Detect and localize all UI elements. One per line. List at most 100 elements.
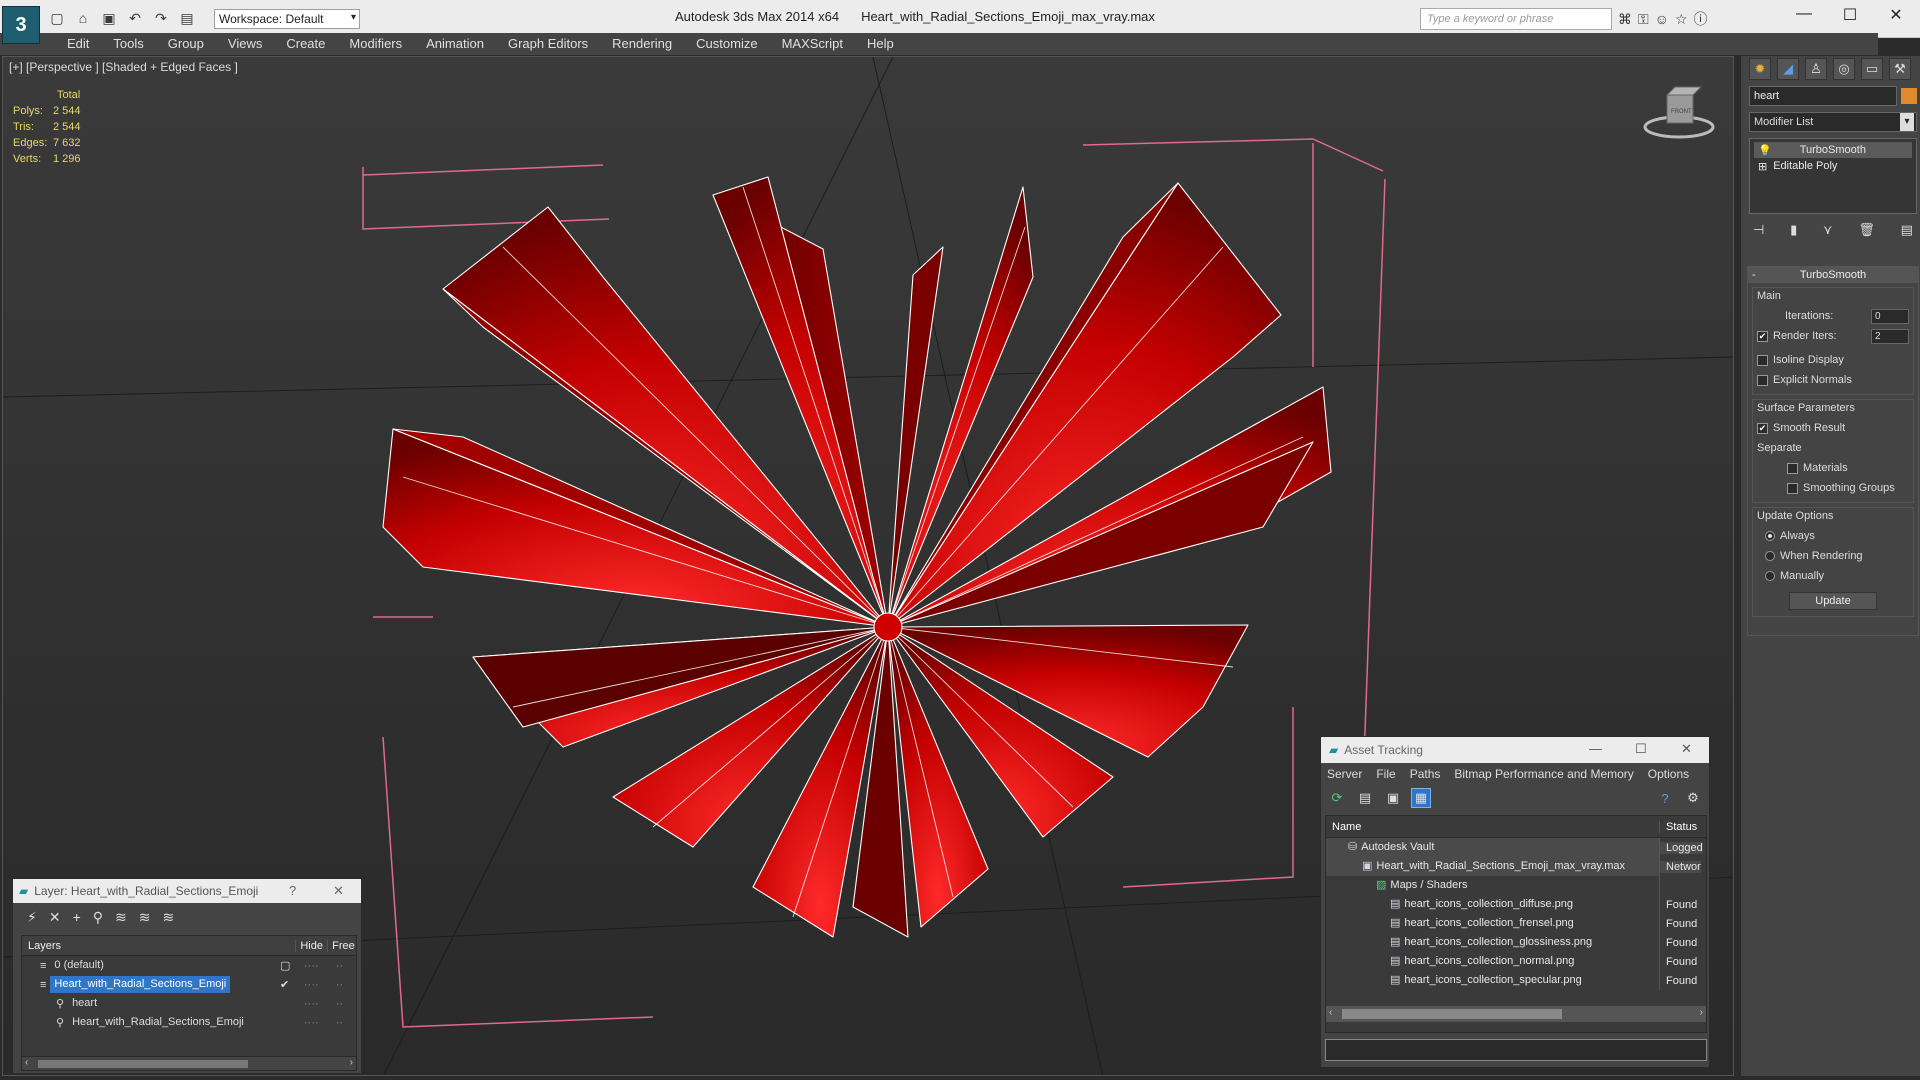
asset-row[interactable]: ▤ heart_icons_collection_glossiness.png Fo… bbox=[1326, 933, 1706, 952]
context-help-icon[interactable]: ⚙ bbox=[1683, 788, 1703, 808]
hide-toggle[interactable]: ···· bbox=[304, 979, 319, 991]
smooth-result-checkbox[interactable]: ✔ bbox=[1757, 422, 1768, 434]
menu-maxscript[interactable]: MAXScript bbox=[770, 33, 855, 55]
modify-tab-icon[interactable]: ◢ bbox=[1777, 58, 1799, 80]
modifier-list-dropdown[interactable]: Modifier List ▾ bbox=[1749, 112, 1917, 132]
hide-toggle[interactable]: ···· bbox=[304, 960, 319, 972]
menu-bitmap-performance-and-memory[interactable]: Bitmap Performance and Memory bbox=[1454, 767, 1633, 781]
minimize-icon[interactable]: — bbox=[1589, 741, 1602, 756]
table-view-icon[interactable]: ▦ bbox=[1411, 788, 1431, 808]
menu-group[interactable]: Group bbox=[156, 33, 216, 55]
freeze-toggle[interactable]: ·· bbox=[336, 998, 343, 1010]
layer-row[interactable]: ≡ Heart_with_Radial_Sections_Emoji ···· ·· ✔ bbox=[22, 975, 356, 994]
render-iters-spinner[interactable]: 2 bbox=[1871, 328, 1909, 344]
asset-row[interactable]: ▤ heart_icons_collection_normal.png Found bbox=[1326, 952, 1706, 971]
key-icon[interactable]: ⚿ bbox=[1638, 11, 1649, 28]
highlight-layer-icon[interactable]: ≋ bbox=[115, 909, 127, 926]
undo-icon[interactable]: ↶ bbox=[124, 7, 146, 29]
hide-toggle[interactable]: ···· bbox=[304, 998, 319, 1010]
minimize-icon[interactable]: — bbox=[1782, 5, 1826, 23]
help-icon[interactable]: ? bbox=[1655, 788, 1675, 808]
menu-modifiers[interactable]: Modifiers bbox=[337, 33, 414, 55]
column-name[interactable]: Name bbox=[1326, 820, 1660, 833]
scroll-right-icon[interactable]: › bbox=[350, 1057, 353, 1068]
layer-row[interactable]: ⚲ Heart_with_Radial_Sections_Emoji ···· ·· bbox=[22, 1013, 356, 1032]
refresh-icon[interactable]: ⟳ bbox=[1327, 788, 1347, 808]
current-layer-icon[interactable]: ▢ bbox=[280, 959, 290, 972]
asset-row[interactable]: ▤ heart_icons_collection_diffuse.png Found bbox=[1326, 895, 1706, 914]
freeze-all-icon[interactable]: ≋ bbox=[163, 909, 175, 926]
active-layer-check-icon[interactable]: ✔ bbox=[280, 978, 289, 991]
isoline-display-checkbox[interactable] bbox=[1757, 354, 1768, 366]
hierarchy-tab-icon[interactable]: ♙ bbox=[1805, 58, 1827, 80]
hide-toggle[interactable]: ···· bbox=[304, 1017, 319, 1029]
column-hide[interactable]: Hide bbox=[296, 939, 329, 952]
column-freeze[interactable]: Free bbox=[328, 940, 356, 952]
menu-views[interactable]: Views bbox=[216, 33, 274, 55]
search-input[interactable]: Type a keyword or phrase bbox=[1420, 8, 1612, 30]
menu-edit[interactable]: Edit bbox=[55, 33, 101, 55]
asset-row[interactable]: ▨ Maps / Shaders bbox=[1326, 876, 1706, 895]
menu-customize[interactable]: Customize bbox=[684, 33, 769, 55]
asset-row[interactable]: ⛁ Autodesk Vault Logged bbox=[1326, 838, 1706, 857]
menu-animation[interactable]: Animation bbox=[414, 33, 496, 55]
binoculars-icon[interactable]: ⌘ bbox=[1618, 11, 1632, 28]
select-objects-icon[interactable]: ⚲ bbox=[93, 909, 103, 926]
layer-row[interactable]: ≡ 0 (default) ···· ·· ▢ bbox=[22, 956, 356, 975]
help-icon[interactable]: ⓘ bbox=[1694, 9, 1708, 29]
freeze-toggle[interactable]: ·· bbox=[336, 979, 343, 991]
menu-paths[interactable]: Paths bbox=[1410, 767, 1441, 781]
redo-icon[interactable]: ↷ bbox=[150, 7, 172, 29]
iterations-spinner[interactable]: 0 bbox=[1871, 308, 1909, 324]
remove-modifier-icon[interactable]: 🗑 bbox=[1858, 222, 1875, 238]
create-layer-icon[interactable]: ⚡ bbox=[27, 909, 37, 926]
horizontal-scrollbar[interactable]: ‹ › bbox=[22, 1056, 356, 1070]
workspace-dropdown[interactable]: Workspace: Default ▾ bbox=[214, 9, 360, 29]
menu-file[interactable]: File bbox=[1376, 767, 1395, 781]
list-view-icon[interactable]: ▤ bbox=[1355, 788, 1375, 808]
close-icon[interactable]: ✕ bbox=[333, 883, 344, 899]
when-rendering-radio[interactable] bbox=[1765, 551, 1775, 561]
motion-tab-icon[interactable]: ◎ bbox=[1833, 58, 1855, 80]
open-file-icon[interactable]: ⌂ bbox=[72, 7, 94, 29]
layer-row[interactable]: ⚲ heart ···· ·· bbox=[22, 994, 356, 1013]
display-tab-icon[interactable]: ▭ bbox=[1861, 58, 1883, 80]
hide-all-icon[interactable]: ≋ bbox=[139, 909, 151, 926]
add-to-layer-icon[interactable]: + bbox=[73, 909, 81, 925]
always-radio[interactable] bbox=[1765, 531, 1775, 541]
save-icon[interactable]: ▣ bbox=[98, 7, 120, 29]
scroll-right-icon[interactable]: › bbox=[1700, 1007, 1703, 1018]
viewcube-icon[interactable]: FRONT bbox=[1643, 86, 1715, 139]
close-icon[interactable]: ✕ bbox=[1681, 741, 1692, 757]
menu-create[interactable]: Create bbox=[274, 33, 337, 55]
delete-layer-icon[interactable]: ✕ bbox=[49, 909, 61, 926]
people-icon[interactable]: ☺ bbox=[1655, 11, 1669, 27]
update-button[interactable]: Update bbox=[1789, 592, 1877, 610]
lightbulb-icon[interactable]: 💡 bbox=[1758, 144, 1772, 157]
asset-tracking-titlebar[interactable]: ▰ Asset Tracking — ☐ ✕ bbox=[1321, 737, 1709, 763]
asset-row[interactable]: ▣ Heart_with_Radial_Sections_Emoji_max_vr… bbox=[1326, 857, 1706, 876]
show-end-result-icon[interactable]: ▮ bbox=[1790, 222, 1797, 238]
star-icon[interactable]: ☆ bbox=[1675, 11, 1688, 28]
render-iters-checkbox[interactable]: ✔ bbox=[1757, 330, 1768, 342]
make-unique-icon[interactable]: ⋎ bbox=[1823, 222, 1833, 238]
configure-modifier-sets-icon[interactable]: ▤ bbox=[1901, 222, 1913, 238]
asset-row[interactable]: ▤ heart_icons_collection_specular.png Foun… bbox=[1326, 971, 1706, 990]
asset-row[interactable]: ▤ heart_icons_collection_frensel.png Found bbox=[1326, 914, 1706, 933]
menu-graph-editors[interactable]: Graph Editors bbox=[496, 33, 600, 55]
freeze-toggle[interactable]: ·· bbox=[336, 960, 343, 972]
expand-plus-icon[interactable]: ⊞ bbox=[1758, 160, 1767, 173]
new-file-icon[interactable]: ▢ bbox=[46, 7, 68, 29]
app-logo-icon[interactable]: 3 bbox=[2, 6, 40, 44]
stack-item-turbosmooth[interactable]: 💡 TurboSmooth bbox=[1754, 142, 1912, 158]
project-folder-icon[interactable]: ▤ bbox=[176, 7, 198, 29]
column-status[interactable]: Status bbox=[1660, 821, 1697, 833]
menu-rendering[interactable]: Rendering bbox=[600, 33, 684, 55]
column-layers[interactable]: Layers bbox=[22, 939, 297, 952]
stack-item-editable-poly[interactable]: ⊞ Editable Poly bbox=[1754, 158, 1912, 174]
manually-radio[interactable] bbox=[1765, 571, 1775, 581]
help-icon[interactable]: ? bbox=[289, 883, 296, 898]
layer-window-titlebar[interactable]: ▰ Layer: Heart_with_Radial_Sections_Emoj… bbox=[13, 879, 361, 903]
maximize-icon[interactable]: ☐ bbox=[1828, 5, 1872, 25]
materials-checkbox[interactable] bbox=[1787, 462, 1798, 474]
